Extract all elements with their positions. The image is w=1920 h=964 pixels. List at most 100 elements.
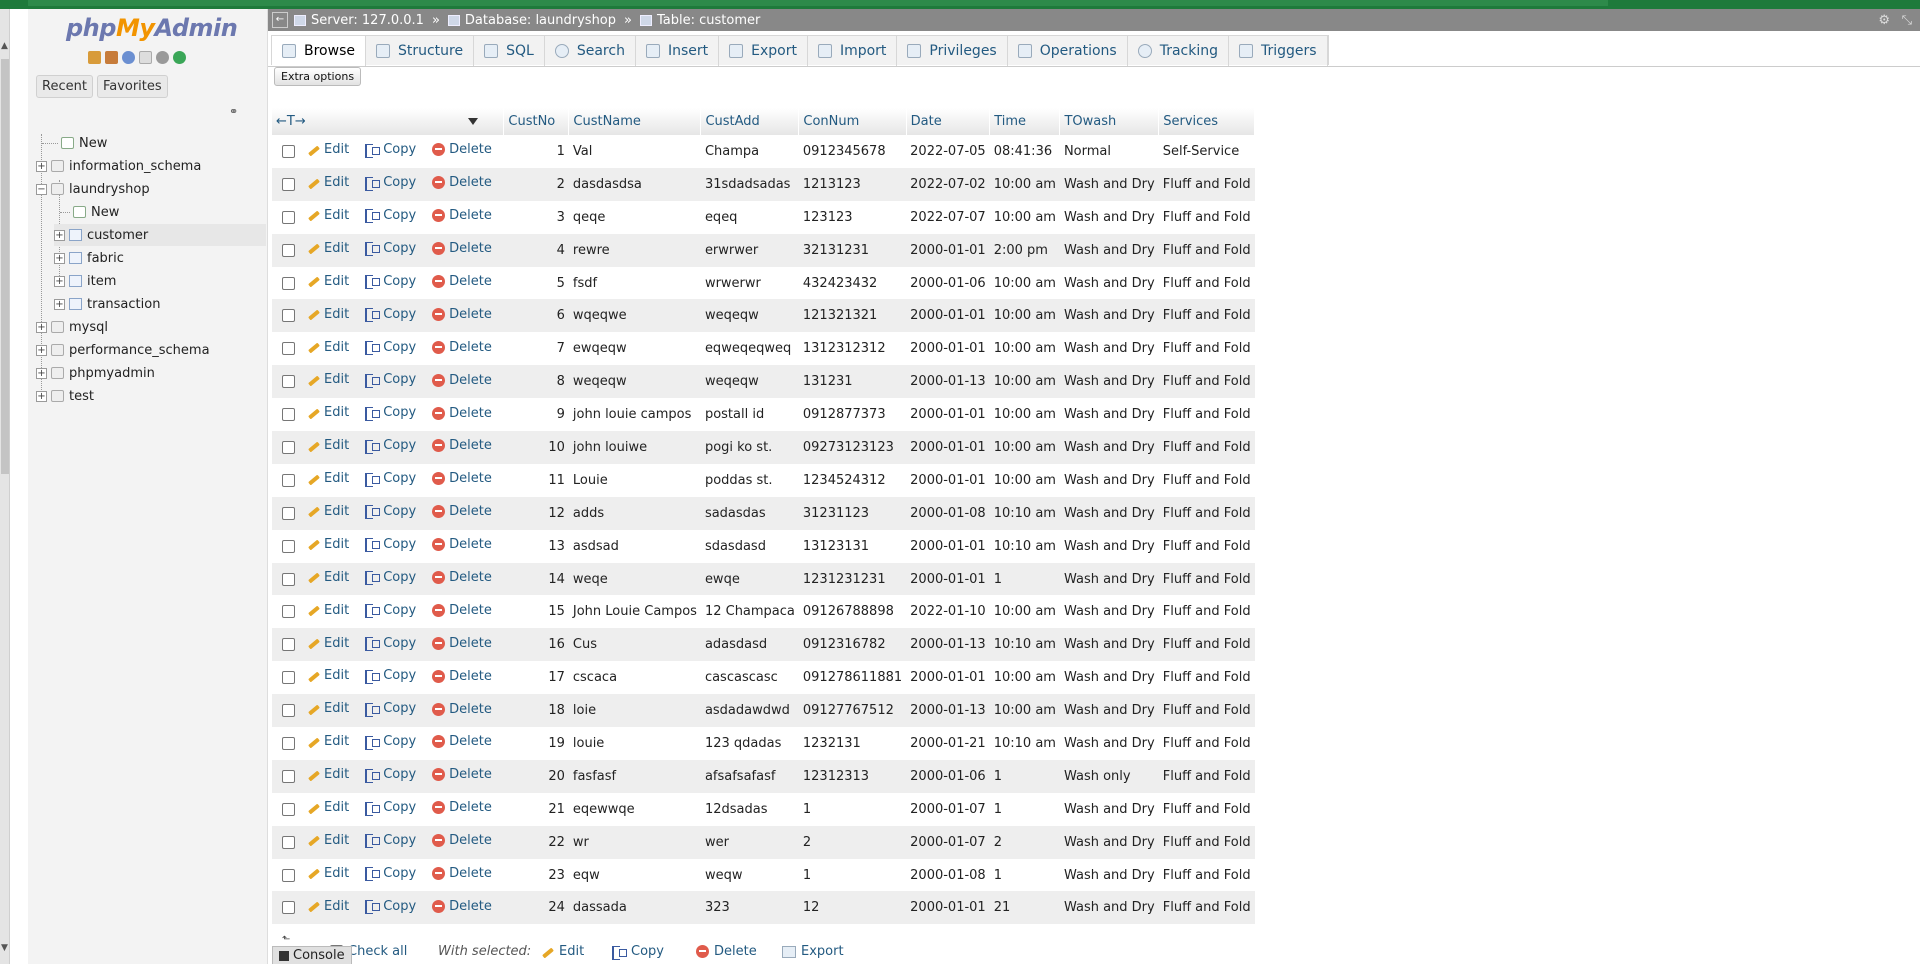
- row-edit-button[interactable]: Edit: [306, 241, 349, 256]
- cell-services[interactable]: Fluff and Fold: [1158, 496, 1255, 530]
- row-checkbox[interactable]: [282, 342, 295, 356]
- cell-custname[interactable]: fasfasf: [568, 759, 701, 793]
- row-checkbox[interactable]: [282, 177, 295, 191]
- logout-icon[interactable]: [105, 51, 118, 64]
- cell-connum[interactable]: 0912316782: [798, 628, 907, 662]
- cell-custname[interactable]: cscaca: [568, 661, 701, 695]
- cell-services[interactable]: Fluff and Fold: [1158, 299, 1255, 333]
- row-delete-button[interactable]: Delete: [432, 702, 492, 717]
- scroll-up-icon[interactable]: ▲: [1, 41, 8, 51]
- gear-icon[interactable]: [156, 51, 169, 64]
- cell-custname[interactable]: louie: [568, 727, 701, 760]
- cell-date[interactable]: 2000-01-01: [906, 332, 990, 366]
- row-copy-button[interactable]: Copy: [365, 241, 416, 257]
- cell-connum[interactable]: 12312313: [798, 759, 907, 793]
- row-copy-button[interactable]: Copy: [365, 636, 416, 652]
- tree-item-mysql[interactable]: + mysql: [36, 316, 108, 338]
- row-checkbox[interactable]: [282, 704, 295, 718]
- cell-custname[interactable]: john louie campos: [568, 398, 701, 432]
- cell-custname[interactable]: eqw: [568, 858, 701, 892]
- cell-custno[interactable]: 16: [503, 628, 569, 662]
- cell-date[interactable]: 2000-01-06: [906, 266, 990, 300]
- cell-connum[interactable]: 1: [798, 792, 907, 826]
- tab-favorites[interactable]: Favorites: [96, 75, 168, 98]
- row-delete-button[interactable]: Delete: [432, 866, 492, 881]
- cell-date[interactable]: 2000-01-08: [906, 496, 990, 530]
- cell-custno[interactable]: 10: [503, 431, 569, 464]
- cell-time[interactable]: 21: [989, 891, 1060, 925]
- cell-custadd[interactable]: afsafsafasf: [700, 759, 799, 793]
- window-scrollbar-thumb[interactable]: [1, 59, 9, 474]
- cell-time[interactable]: 10:00 am: [989, 266, 1060, 300]
- cell-services[interactable]: Fluff and Fold: [1158, 694, 1255, 728]
- cell-connum[interactable]: 0912877373: [798, 398, 907, 432]
- row-copy-button[interactable]: Copy: [365, 603, 416, 619]
- cell-time[interactable]: 10:10 am: [989, 496, 1060, 530]
- reload-icon[interactable]: [173, 51, 186, 64]
- row-checkbox[interactable]: [282, 473, 295, 487]
- column-header-custno[interactable]: CustNo: [503, 108, 570, 135]
- row-checkbox[interactable]: [282, 144, 295, 158]
- cell-towash[interactable]: Wash and Dry: [1059, 398, 1159, 432]
- cell-custno[interactable]: 23: [503, 858, 569, 892]
- cell-services[interactable]: Fluff and Fold: [1158, 266, 1255, 300]
- cell-towash[interactable]: Wash and Dry: [1059, 562, 1159, 596]
- row-copy-button[interactable]: Copy: [365, 142, 416, 158]
- cell-connum[interactable]: 09126788898: [798, 595, 907, 629]
- cell-towash[interactable]: Wash and Dry: [1059, 463, 1159, 497]
- row-edit-button[interactable]: Edit: [306, 734, 349, 749]
- cell-services[interactable]: Fluff and Fold: [1158, 858, 1255, 892]
- cell-connum[interactable]: 1234524312: [798, 463, 907, 497]
- row-edit-button[interactable]: Edit: [306, 274, 349, 289]
- tab-tracking[interactable]: Tracking: [1128, 36, 1229, 66]
- breadcrumb-database[interactable]: Database: laundryshop: [447, 13, 616, 28]
- cell-custadd[interactable]: 323: [700, 891, 799, 925]
- cell-date[interactable]: 2000-01-01: [906, 562, 990, 596]
- cell-connum[interactable]: 432423432: [798, 266, 907, 300]
- cell-custname[interactable]: rewre: [568, 233, 701, 267]
- row-edit-button[interactable]: Edit: [306, 668, 349, 683]
- cell-custname[interactable]: dasdasdsa: [568, 167, 701, 201]
- cell-custadd[interactable]: wer: [700, 825, 799, 859]
- tab-search[interactable]: Search: [545, 36, 636, 66]
- cell-services[interactable]: Fluff and Fold: [1158, 792, 1255, 826]
- cell-date[interactable]: 2000-01-01: [906, 431, 990, 464]
- cell-custno[interactable]: 2: [503, 167, 569, 201]
- cell-date[interactable]: 2022-07-02: [906, 167, 990, 201]
- cell-time[interactable]: 10:00 am: [989, 431, 1060, 464]
- row-copy-button[interactable]: Copy: [365, 701, 416, 717]
- cell-custno[interactable]: 24: [503, 891, 569, 925]
- expand-icon[interactable]: +: [36, 321, 47, 333]
- cell-date[interactable]: 2022-07-05: [906, 135, 990, 168]
- scroll-down-icon[interactable]: ▼: [1, 943, 8, 953]
- row-checkbox[interactable]: [282, 868, 295, 882]
- row-checkbox[interactable]: [282, 539, 295, 553]
- row-checkbox[interactable]: [282, 572, 295, 586]
- row-edit-button[interactable]: Edit: [306, 833, 349, 848]
- cell-custadd[interactable]: postall id: [700, 398, 799, 432]
- row-edit-button[interactable]: Edit: [306, 866, 349, 881]
- cell-custname[interactable]: Louie: [568, 463, 701, 497]
- cell-connum[interactable]: 0912345678: [798, 135, 907, 168]
- row-edit-button[interactable]: Edit: [306, 372, 349, 387]
- column-arrows[interactable]: ←T→: [276, 114, 306, 129]
- cell-date[interactable]: 2000-01-01: [906, 398, 990, 432]
- cell-services[interactable]: Fluff and Fold: [1158, 365, 1255, 399]
- row-edit-button[interactable]: Edit: [306, 405, 349, 420]
- cell-towash[interactable]: Wash and Dry: [1059, 694, 1159, 728]
- cell-towash[interactable]: Wash and Dry: [1059, 200, 1159, 234]
- tree-item-transaction[interactable]: + transaction: [54, 293, 160, 315]
- row-copy-button[interactable]: Copy: [365, 340, 416, 356]
- cell-services[interactable]: Fluff and Fold: [1158, 562, 1255, 596]
- row-delete-button[interactable]: Delete: [432, 800, 492, 815]
- row-copy-button[interactable]: Copy: [365, 504, 416, 520]
- row-delete-button[interactable]: Delete: [432, 899, 492, 914]
- row-copy-button[interactable]: Copy: [365, 307, 416, 323]
- cell-custadd[interactable]: 12 Champaca: [700, 595, 799, 629]
- cell-connum[interactable]: 1: [798, 858, 907, 892]
- cell-custadd[interactable]: weqeqw: [700, 365, 799, 399]
- row-copy-button[interactable]: Copy: [365, 668, 416, 684]
- cell-date[interactable]: 2000-01-13: [906, 365, 990, 399]
- cell-services[interactable]: Fluff and Fold: [1158, 529, 1255, 563]
- cell-custno[interactable]: 13: [503, 529, 569, 563]
